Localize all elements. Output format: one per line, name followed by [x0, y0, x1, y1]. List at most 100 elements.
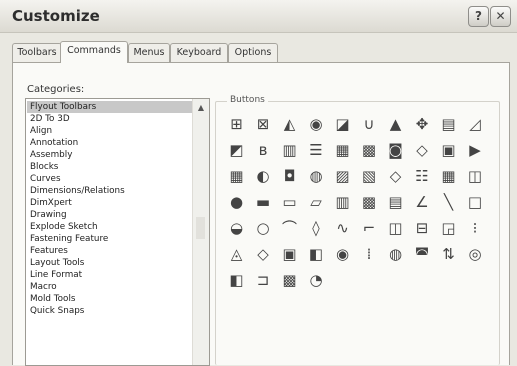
categories-listbox[interactable]: Flyout Toolbars 2D To 3D Align Annotatio… [25, 98, 210, 366]
line-icon[interactable]: ╲ [438, 192, 459, 213]
close-button[interactable]: ✕ [490, 6, 511, 27]
section-view-icon[interactable]: ▩ [359, 140, 380, 161]
shaded-view-icon[interactable]: ▦ [332, 140, 353, 161]
move-entity-icon[interactable]: ✥ [412, 114, 433, 135]
fillet-icon[interactable]: ◫ [385, 218, 406, 239]
help-button[interactable]: ? [468, 6, 489, 27]
spline-icon[interactable]: ∪ [359, 114, 380, 135]
category-item[interactable]: Align [27, 125, 195, 137]
category-item[interactable]: Curves [27, 173, 195, 185]
arc-icon[interactable]: ⌒ [279, 218, 300, 239]
tab-keyboard[interactable]: Keyboard [170, 43, 228, 62]
annotation-icon[interactable]: ◍ [306, 166, 327, 187]
category-item[interactable]: Features [27, 245, 195, 257]
extrude-icon[interactable]: ▦ [226, 166, 247, 187]
sketch-picture-icon[interactable]: ◪ [332, 114, 353, 135]
line-format-icon[interactable]: ☰ [306, 140, 327, 161]
table-icon[interactable]: ☷ [412, 166, 433, 187]
tab-toolbars[interactable]: Toolbars [12, 43, 62, 62]
categories-scrollbar[interactable]: ▲ [192, 99, 209, 365]
category-item[interactable]: Macro [27, 281, 195, 293]
camera-icon[interactable]: ◍ [385, 244, 406, 265]
save-icon[interactable]: ▥ [332, 192, 353, 213]
category-item[interactable]: Quick Snaps [27, 305, 195, 317]
corner-icon[interactable]: ∠ [412, 192, 433, 213]
note-icon[interactable]: ▱ [306, 192, 327, 213]
bracket-icon[interactable]: ⊐ [253, 270, 274, 291]
library-icon[interactable]: ◧ [306, 244, 327, 265]
mirror-icon[interactable]: ◙ [385, 140, 406, 161]
drawing-view-icon[interactable]: ▤ [438, 114, 459, 135]
snap-icon[interactable]: ⊠ [253, 114, 274, 135]
category-item[interactable]: Blocks [27, 161, 195, 173]
measure-icon[interactable]: ▶ [465, 140, 486, 161]
revolve-icon[interactable]: ◐ [253, 166, 274, 187]
balloon-icon[interactable]: ▣ [279, 244, 300, 265]
buttons-label: Buttons [227, 95, 268, 105]
rectangle-icon[interactable]: □ [465, 192, 486, 213]
center-mark-icon[interactable]: ○ [253, 218, 274, 239]
hole-icon[interactable]: ◲ [438, 218, 459, 239]
macro-icon[interactable]: ◔ [306, 270, 327, 291]
scroll-thumb[interactable] [196, 217, 205, 239]
circle-icon[interactable]: ● [226, 192, 247, 213]
tab-options[interactable]: Options [228, 43, 278, 62]
sketch-curve-icon[interactable]: ◊ [306, 218, 327, 239]
weld-icon[interactable]: ⊟ [412, 218, 433, 239]
slot-icon[interactable]: ◒ [226, 218, 247, 239]
tab-menus[interactable]: Menus [128, 43, 170, 62]
equation-icon[interactable]: ʙ [253, 140, 274, 161]
assembly-icon[interactable]: ▣ [438, 140, 459, 161]
categories-label: Categories: [27, 84, 85, 95]
dimension-icon[interactable]: ◭ [279, 114, 300, 135]
help-icon: ? [475, 9, 482, 23]
category-item[interactable]: Line Format [27, 269, 195, 281]
surface-icon[interactable]: ▤ [385, 192, 406, 213]
category-item[interactable]: Explode Sketch [27, 221, 195, 233]
graph-icon[interactable]: ▬ [253, 192, 274, 213]
category-item[interactable]: Drawing [27, 209, 195, 221]
diamond-icon[interactable]: ◇ [253, 244, 274, 265]
pattern-icon[interactable]: ▩ [359, 192, 380, 213]
align-icon[interactable]: ◇ [412, 140, 433, 161]
frame-icon[interactable]: ⊞ [226, 114, 247, 135]
split-icon[interactable]: ⇅ [438, 244, 459, 265]
shell-icon[interactable]: ◘ [279, 166, 300, 187]
category-item[interactable]: Fastening Feature [27, 233, 195, 245]
buttons-grid: ⊞ ⊠ ◭ ◉ ◪ ∪ ▲ ✥ ▤ ◿ ◩ ʙ ▥ ☰ ▦ ▩ ◙ ◇ ▣ ▶ ▦ ◐ ◘ ◍ ▨ ▧ ◇ ☷ ▦ ◫ ● ▬ ▭ ▱ ▥ ▩ ▤ ∠ ╲ □… [226, 114, 496, 304]
block-icon[interactable]: ▦ [438, 166, 459, 187]
multi-icon[interactable]: ⁞ [359, 244, 380, 265]
category-item[interactable]: Flyout Toolbars [27, 101, 195, 113]
category-item[interactable]: Assembly [27, 149, 195, 161]
reference-geometry-icon[interactable]: ▲ [385, 114, 406, 135]
grid-icon[interactable]: ⁝ [465, 218, 486, 239]
category-item[interactable]: Layout Tools [27, 257, 195, 269]
title-bar: Customize ? ✕ [0, 0, 517, 33]
scroll-up-icon[interactable]: ▲ [196, 103, 206, 113]
mate-icon[interactable]: ▨ [332, 166, 353, 187]
layer-icon[interactable]: ▥ [279, 140, 300, 161]
gear-icon[interactable]: ◉ [332, 244, 353, 265]
linear-pattern-icon[interactable]: ◿ [465, 114, 486, 135]
hook-icon[interactable]: ⌐ [359, 218, 380, 239]
photo-icon[interactable]: ◧ [226, 270, 247, 291]
category-item[interactable]: DimXpert [27, 197, 195, 209]
explode-icon[interactable]: ▧ [359, 166, 380, 187]
close-icon: ✕ [495, 9, 506, 23]
category-item[interactable]: Mold Tools [27, 293, 195, 305]
datum-icon[interactable]: ◬ [226, 244, 247, 265]
window-title: Customize [12, 7, 100, 25]
ring-icon[interactable]: ◎ [465, 244, 486, 265]
display-icon[interactable]: ◩ [226, 140, 247, 161]
plane-icon[interactable]: ◇ [385, 166, 406, 187]
category-item[interactable]: 2D To 3D [27, 113, 195, 125]
chat-icon[interactable]: ◚ [412, 244, 433, 265]
category-item[interactable]: Dimensions/Relations [27, 185, 195, 197]
category-item[interactable]: Annotation [27, 137, 195, 149]
part-icon[interactable]: ▭ [279, 192, 300, 213]
sheet-icon[interactable]: ◫ [465, 166, 486, 187]
tab-commands[interactable]: Commands [60, 41, 128, 63]
rotate-view-icon[interactable]: ◉ [306, 114, 327, 135]
wave-icon[interactable]: ∿ [332, 218, 353, 239]
palette-icon[interactable]: ▩ [279, 270, 300, 291]
